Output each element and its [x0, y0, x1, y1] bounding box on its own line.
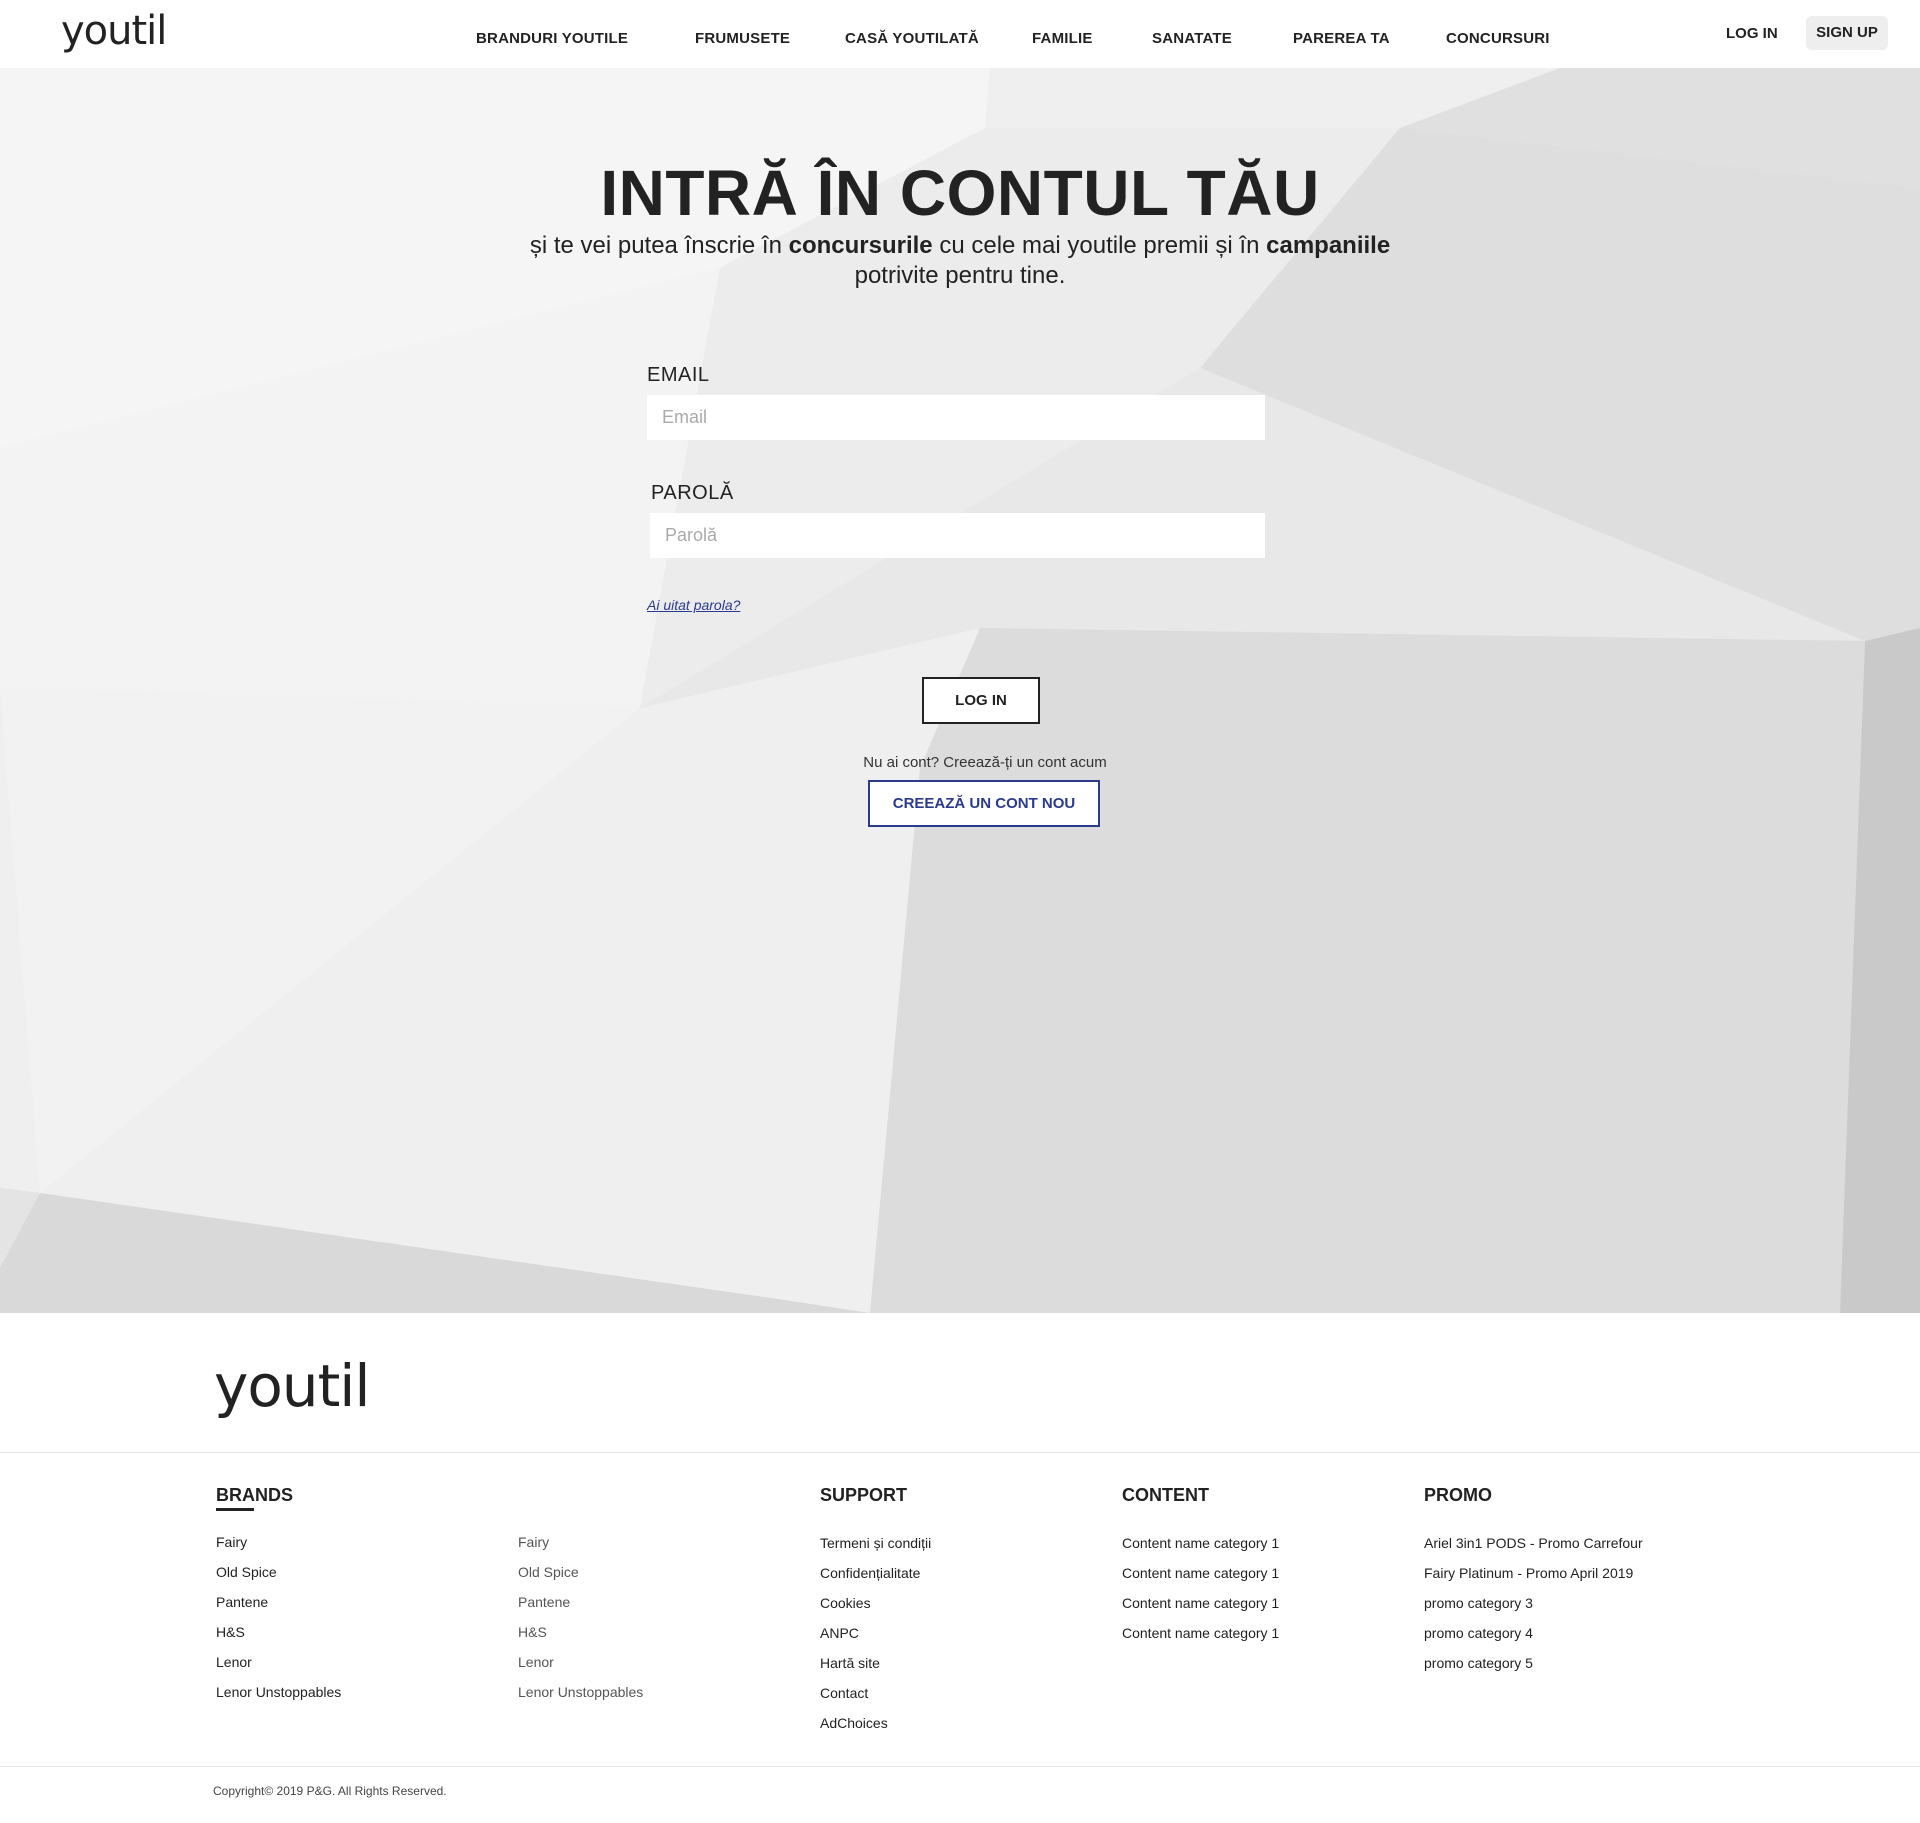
email-field[interactable] — [647, 395, 1265, 440]
promo-list: Ariel 3in1 PODS - Promo Carrefour Fairy P… — [1424, 1528, 1643, 1678]
footer-promo-link[interactable]: promo category 5 — [1424, 1648, 1643, 1678]
copyright-text: Copyright© 2019 P&G. All Rights Reserved… — [213, 1784, 447, 1798]
site-header: youtil BRANDURI YOUTILE FRUMUSETE CASĂ Y… — [0, 0, 1920, 68]
nav-item-familie[interactable]: FAMILIE — [1032, 30, 1093, 47]
nav-item-sanatate[interactable]: SANATATE — [1152, 30, 1232, 47]
content-list: Content name category 1 Content name cate… — [1122, 1528, 1279, 1648]
brands-heading: BRANDS — [216, 1485, 294, 1505]
footer-support-link[interactable]: Contact — [820, 1678, 931, 1708]
nav-item-concursuri[interactable]: CONCURSURI — [1446, 30, 1550, 47]
footer-brand-link[interactable]: Old Spice — [518, 1557, 643, 1587]
page-subtitle: și te vei putea înscrie în concursurile … — [529, 232, 1391, 289]
footer-brand-link[interactable]: Pantene — [216, 1587, 341, 1617]
footer-content-link[interactable]: Content name category 1 — [1122, 1588, 1279, 1618]
footer-brand-link[interactable]: H&S — [216, 1617, 341, 1647]
page-title: INTRĂ ÎN CONTUL TĂU — [600, 157, 1320, 229]
footer-brand-link[interactable]: Lenor Unstoppables — [518, 1677, 643, 1707]
no-account-text: Nu ai cont? Creează-ți un cont acum — [863, 754, 1107, 771]
footer-content-link[interactable]: Content name category 1 — [1122, 1558, 1279, 1588]
support-heading: SUPPORT — [820, 1485, 908, 1505]
footer-youtil-logo[interactable]: youtil — [214, 1352, 371, 1420]
youtil-logo[interactable]: youtil — [61, 8, 167, 54]
footer-brand-link[interactable]: Lenor — [518, 1647, 643, 1677]
password-field[interactable] — [650, 513, 1265, 558]
footer-support-link[interactable]: Cookies — [820, 1588, 931, 1618]
password-label: PAROLĂ — [651, 482, 734, 504]
footer-brand-link[interactable]: H&S — [518, 1617, 643, 1647]
footer-support-link[interactable]: Termeni și condiții — [820, 1528, 931, 1558]
nav-item-branduri[interactable]: BRANDURI YOUTILE — [476, 30, 628, 47]
header-signup-button[interactable]: SIGN UP — [1806, 16, 1888, 50]
footer-content-link[interactable]: Content name category 1 — [1122, 1528, 1279, 1558]
header-login-link[interactable]: LOG IN — [1726, 25, 1778, 42]
footer-support-link[interactable]: Hartă site — [820, 1648, 931, 1678]
footer-brand-link[interactable]: Lenor — [216, 1647, 341, 1677]
footer-support-link[interactable]: AdChoices — [820, 1708, 931, 1738]
footer-brand-link[interactable]: Lenor Unstoppables — [216, 1677, 341, 1707]
footer-promo-link[interactable]: promo category 3 — [1424, 1588, 1643, 1618]
create-account-button[interactable]: CREEAZĂ UN CONT NOU — [868, 780, 1100, 827]
nav-item-frumusete[interactable]: FRUMUSETE — [695, 30, 790, 47]
email-label: EMAIL — [647, 364, 710, 386]
footer-promo-link[interactable]: Ariel 3in1 PODS - Promo Carrefour — [1424, 1528, 1643, 1558]
footer-brand-link[interactable]: Old Spice — [216, 1557, 341, 1587]
login-hero: INTRĂ ÎN CONTUL TĂU și te vei putea însc… — [0, 68, 1920, 1313]
footer-brand-link[interactable]: Pantene — [518, 1587, 643, 1617]
nav-item-casa[interactable]: CASĂ YOUTILATĂ — [845, 30, 979, 47]
footer-promo-link[interactable]: Fairy Platinum - Promo April 2019 — [1424, 1558, 1643, 1588]
footer-content-link[interactable]: Content name category 1 — [1122, 1618, 1279, 1648]
footer-brand-link[interactable]: Fairy — [518, 1527, 643, 1557]
footer-brand-link[interactable]: Fairy — [216, 1527, 341, 1557]
footer-promo-link[interactable]: promo category 4 — [1424, 1618, 1643, 1648]
nav-item-parerea-ta[interactable]: PAREREA TA — [1293, 30, 1390, 47]
brands-list-1: Fairy Old Spice Pantene H&S Lenor Lenor Unsto… — [216, 1527, 341, 1707]
promo-heading: PROMO — [1424, 1485, 1493, 1505]
forgot-password-link[interactable]: Ai uitat parola? — [647, 597, 740, 613]
support-list: Termeni și condiții Confidențialitate Cook… — [820, 1528, 931, 1738]
footer-divider — [0, 1452, 1920, 1453]
content-heading: CONTENT — [1122, 1485, 1209, 1505]
brands-underline — [216, 1508, 254, 1511]
footer-support-link[interactable]: Confidențialitate — [820, 1558, 931, 1588]
footer-bottom-divider — [0, 1766, 1920, 1767]
brands-list-2: Fairy Old Spice Pantene H&S Lenor Lenor Unsto… — [518, 1527, 643, 1707]
footer-support-link[interactable]: ANPC — [820, 1618, 931, 1648]
login-button[interactable]: LOG IN — [922, 677, 1040, 724]
